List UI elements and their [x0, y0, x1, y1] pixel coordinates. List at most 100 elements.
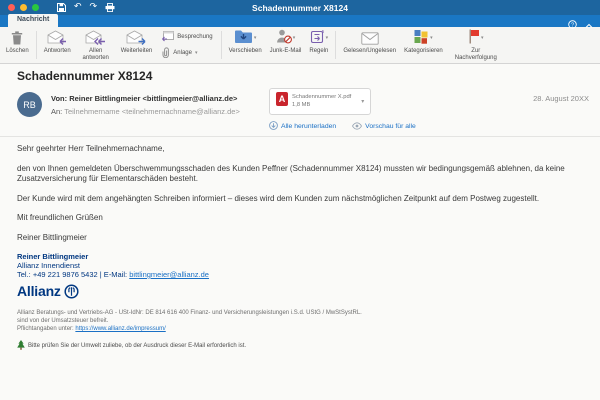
body-greeting: Sehr geehrter Herr Teilnehmernachname, [17, 144, 583, 155]
eco-note: Bitte prüfen Sie der Umwelt zuliebe, ob … [0, 340, 600, 352]
to-value: Teilnehmername <teilnehmernachname@allia… [64, 107, 240, 116]
categorize-icon [414, 29, 429, 47]
reply-all-button[interactable]: Allen antworten [75, 27, 117, 63]
message-toolbar: Löschen Antworten Allen antworten Weiter… [0, 27, 600, 64]
help-icon[interactable]: ? [568, 16, 577, 34]
minimize-window-button[interactable] [20, 4, 27, 11]
reply-all-label: Allen antworten [79, 48, 113, 61]
forward-icon [126, 30, 147, 46]
message-date: 28. August 20XX [533, 94, 590, 103]
body-closing: Mit freundlichen Grüßen [17, 213, 583, 224]
signature-name: Reiner Bittlingmeier [17, 252, 583, 261]
envelope-icon [361, 30, 379, 46]
read-unread-label: Gelesen/Ungelesen [343, 48, 396, 55]
pdf-icon: A [276, 92, 288, 111]
impressum-link[interactable]: https://www.allianz.de/impressum/ [75, 326, 165, 332]
signature-department: Allianz Innendienst [17, 261, 583, 270]
signature-block: Reiner Bittlingmeier Allianz Innendienst… [0, 252, 600, 299]
flag-icon [468, 29, 480, 47]
reply-icon [47, 30, 68, 46]
attachment-area: A Schadennummer X.pdf 1,8 MB ▾ Alle heru… [269, 88, 416, 132]
title-bar: ↶ ↷ Schadennummer X8124 [0, 0, 600, 15]
attachment-size: 1,8 MB [292, 102, 351, 110]
follow-up-button[interactable]: ▾ Zur Nachverfolgung [447, 27, 505, 63]
body-paragraph-2: Der Kunde wird mit dem angehängten Schre… [17, 194, 583, 205]
download-all-link[interactable]: Alle herunterladen [269, 121, 336, 132]
footer-line-1: Allianz Beratungs- und Vertriebs-AG - US… [17, 309, 583, 317]
close-window-button[interactable] [8, 4, 15, 11]
from-line: Von: Reiner Bittlingmeier <bittlingmeier… [51, 94, 269, 103]
body-paragraph-1: den von Ihnen gemeldeten Überschwemmungs… [17, 164, 583, 185]
message-subject: Schadennummer X8124 [0, 69, 600, 83]
meeting-button[interactable]: Besprechung [161, 31, 212, 44]
tree-icon [17, 340, 25, 352]
paperclip-icon [161, 47, 170, 60]
reply-label: Antworten [44, 48, 71, 55]
legal-footer: Allianz Beratungs- und Vertriebs-AG - US… [0, 299, 600, 333]
signature-contact: Tel.: +49 221 9876 5432 | E-Mail: bittli… [17, 270, 583, 279]
reply-button[interactable]: Antworten [40, 27, 75, 63]
footer-line-3-prefix: Pflichtangaben unter: [17, 326, 75, 332]
rules-icon: 5 [310, 29, 325, 47]
move-folder-icon [234, 29, 253, 47]
reply-all-icon [85, 30, 106, 46]
message-body: Sehr geehrter Herr Teilnehmernachname, d… [0, 137, 600, 243]
zoom-window-button[interactable] [32, 4, 39, 11]
trash-icon [11, 30, 23, 46]
body-sender-name: Reiner Bittlingmeier [17, 233, 583, 244]
attachment-card[interactable]: A Schadennummer X.pdf 1,8 MB ▾ [269, 88, 371, 115]
delete-label: Löschen [6, 48, 29, 55]
attachment-name: Schadennummer X.pdf [292, 94, 351, 102]
download-all-label: Alle herunterladen [281, 123, 336, 130]
junk-caret-icon: ▾ [293, 36, 296, 41]
allianz-logo-text: Allianz [17, 287, 61, 296]
allianz-logo: Allianz [17, 284, 583, 299]
follow-up-caret-icon: ▾ [481, 36, 484, 41]
collapse-ribbon-icon[interactable] [585, 16, 593, 34]
meeting-label: Besprechung [177, 34, 212, 40]
download-icon [269, 121, 278, 132]
redo-icon[interactable]: ↷ [90, 3, 98, 12]
preview-all-label: Vorschau für alle [365, 123, 416, 130]
rules-caret-icon: ▾ [326, 36, 329, 41]
move-caret-icon: ▾ [254, 36, 257, 41]
signature-contact-prefix: Tel.: +49 221 9876 5432 | E-Mail: [17, 270, 129, 279]
meeting-attach-group: Besprechung Anlage ▾ [156, 27, 217, 63]
attachment-caret-icon[interactable]: ▾ [361, 98, 364, 105]
save-icon[interactable] [57, 3, 66, 12]
categorize-caret-icon: ▾ [430, 36, 433, 41]
sender-avatar[interactable]: RB [17, 92, 42, 117]
rules-button[interactable]: 5▾ Regeln [305, 27, 332, 63]
svg-text:?: ? [571, 23, 574, 29]
ribbon-tab-bar: Nachricht ? [0, 15, 600, 27]
read-unread-button[interactable]: Gelesen/Ungelesen [339, 27, 400, 63]
window-controls [8, 4, 39, 11]
follow-up-label: Zur Nachverfolgung [451, 48, 501, 61]
attach-button[interactable]: Anlage ▾ [161, 47, 212, 60]
move-button[interactable]: ▾ Verschieben [225, 27, 266, 63]
categorize-button[interactable]: ▾ Kategorisieren [400, 27, 447, 63]
print-icon[interactable] [105, 3, 115, 12]
message-header: RB Von: Reiner Bittlingmeier <bittlingme… [0, 88, 600, 132]
eco-note-text: Bitte prüfen Sie der Umwelt zuliebe, ob … [28, 343, 246, 349]
message-pane: Schadennummer X8124 RB Von: Reiner Bittl… [0, 64, 600, 352]
to-line: An: Teilnehmername <teilnehmernachname@a… [51, 107, 269, 116]
tab-nachricht[interactable]: Nachricht [8, 14, 58, 27]
undo-icon[interactable]: ↶ [74, 3, 82, 12]
forward-button[interactable]: Weiterleiten [117, 27, 157, 63]
from-label: Von: [51, 94, 67, 103]
eye-icon [352, 122, 362, 132]
move-label: Verschieben [229, 48, 262, 55]
meeting-icon [161, 31, 174, 44]
junk-person-icon [276, 29, 292, 47]
junk-label: Junk-E-Mail [270, 48, 302, 55]
preview-all-link[interactable]: Vorschau für alle [352, 121, 416, 132]
footer-line-2: sind von der Umsatzsteuer befreit. [17, 317, 583, 325]
signature-email-link[interactable]: bittlingmeier@allianz.de [129, 270, 209, 279]
junk-button[interactable]: ▾ Junk-E-Mail [266, 27, 306, 63]
outlook-message-window: ↶ ↷ Schadennummer X8124 Nachricht ? Lösc… [0, 0, 600, 400]
forward-label: Weiterleiten [121, 48, 153, 55]
attach-caret-icon: ▾ [195, 51, 198, 56]
categorize-label: Kategorisieren [404, 48, 443, 55]
delete-button[interactable]: Löschen [2, 27, 33, 63]
